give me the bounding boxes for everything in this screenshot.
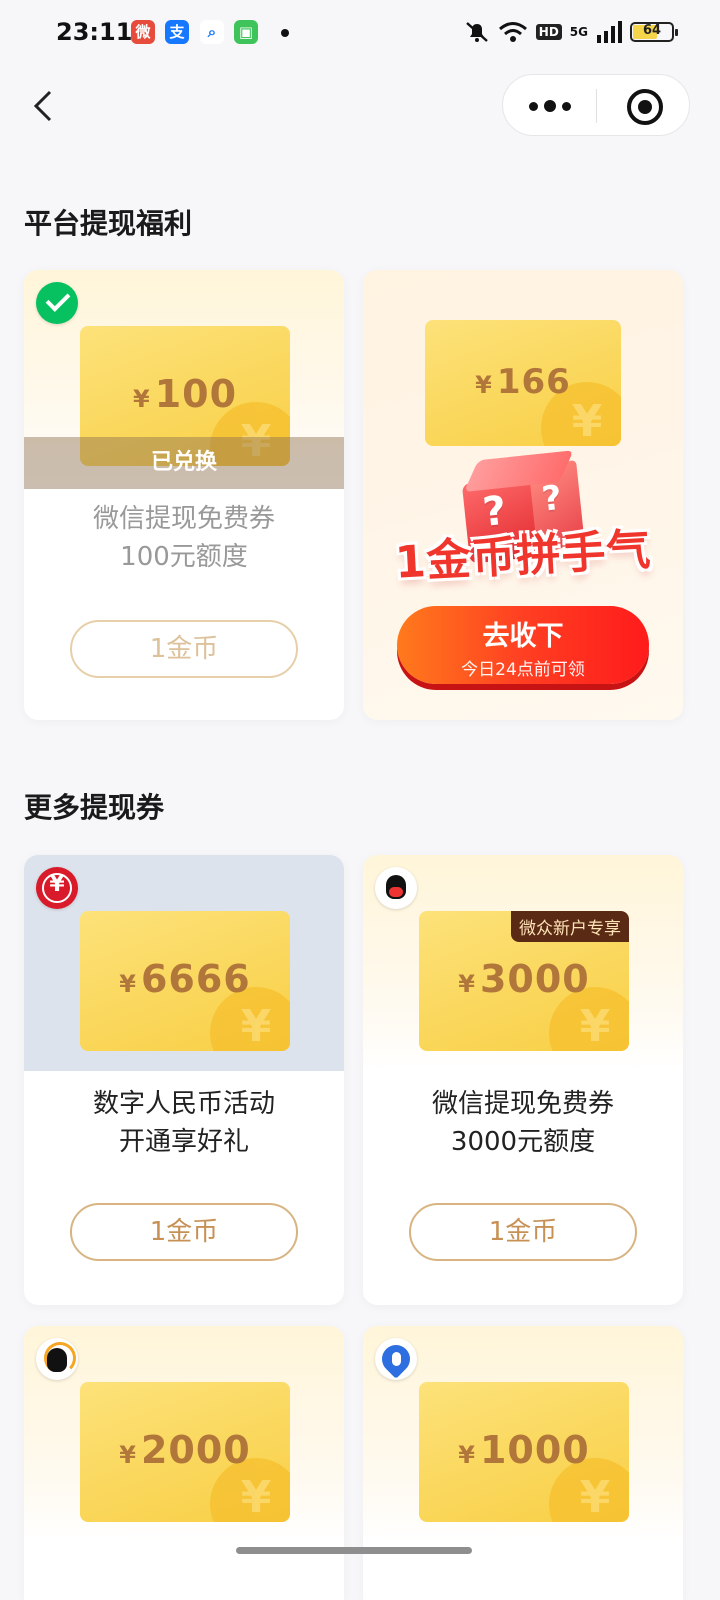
alipay-icon: 支 bbox=[165, 20, 189, 44]
voucher-amount: ¥2000 bbox=[119, 1428, 251, 1472]
more-button[interactable] bbox=[503, 75, 596, 137]
collect-deadline: 今日24点前可领 bbox=[461, 660, 585, 680]
status-time: 23:11 bbox=[56, 18, 133, 46]
redeem-button[interactable]: 1金币 bbox=[70, 620, 298, 678]
voucher-card-wechat-3000[interactable]: 微众新户专享 ¥3000 微信提现免费券 3000元额度 1金币 bbox=[363, 855, 683, 1305]
voucher-card-2000[interactable]: ¥2000 bbox=[24, 1326, 344, 1600]
voucher-amount: ¥6666 bbox=[119, 957, 251, 1001]
card-subtitle: 开通享好礼 bbox=[118, 1127, 249, 1157]
collect-button[interactable]: 去收下 今日24点前可领 bbox=[397, 606, 649, 684]
section-title-platform: 平台提现福利 bbox=[24, 207, 193, 240]
voucher-card-1000[interactable]: ¥1000 bbox=[363, 1326, 683, 1600]
battery-icon: 64 bbox=[630, 22, 678, 42]
voucher-amount: ¥100 bbox=[132, 372, 238, 416]
back-button[interactable] bbox=[24, 84, 68, 128]
lucky-draw-card[interactable]: ¥166 ? ? 1金币拼手气 去收下 今日24点前可领 bbox=[363, 270, 683, 720]
section-title-more: 更多提现券 bbox=[24, 791, 165, 824]
status-bar: 23:11 微 支 ⌕ ▣ HD 5G 64 bbox=[0, 0, 720, 64]
wifi-icon bbox=[498, 22, 527, 42]
voucher-image: ¥2000 bbox=[80, 1382, 290, 1522]
notification-dot bbox=[281, 29, 289, 37]
status-indicators: HD 5G 64 bbox=[464, 18, 678, 46]
battery-level: 64 bbox=[642, 23, 662, 38]
network-label: 5G bbox=[569, 25, 588, 39]
hd-badge: HD bbox=[535, 24, 562, 40]
exchanged-status: 已兑换 bbox=[24, 437, 344, 489]
promo-slogan: 1金币拼手气 bbox=[393, 524, 653, 589]
card-title: 数字人民币活动 bbox=[92, 1089, 275, 1119]
voucher-amount: ¥1000 bbox=[458, 1428, 590, 1472]
voucher-image: ¥1000 bbox=[419, 1382, 629, 1522]
voucher-amount: ¥3000 bbox=[458, 957, 590, 1001]
voucher-image: ¥166 bbox=[425, 320, 621, 446]
weibo-icon: 微 bbox=[131, 20, 155, 44]
card-title: 微信提现免费券 bbox=[431, 1089, 614, 1119]
new-user-badge: 微众新户专享 bbox=[511, 911, 629, 942]
chevron-left-icon bbox=[33, 90, 52, 122]
card-subtitle: 3000元额度 bbox=[450, 1127, 596, 1157]
voucher-image: ¥6666 bbox=[80, 911, 290, 1051]
mute-icon bbox=[465, 22, 488, 42]
android-app-icon: ▣ bbox=[234, 20, 258, 44]
home-indicator[interactable] bbox=[236, 1547, 472, 1554]
wechat-icon bbox=[36, 282, 78, 324]
redeem-button[interactable]: 1金币 bbox=[70, 1203, 298, 1261]
card-title: 微信提现免费券 bbox=[92, 504, 275, 534]
redeem-button[interactable]: 1金币 bbox=[409, 1203, 637, 1261]
mini-program-capsule bbox=[502, 74, 690, 136]
penguin-icon bbox=[375, 867, 417, 909]
voucher-amount: ¥166 bbox=[475, 362, 571, 402]
voucher-card-digital-rmb[interactable]: ¥6666 数字人民币活动 开通享好礼 1金币 bbox=[24, 855, 344, 1305]
voucher-card-wechat-100[interactable]: ¥100 已兑换 微信提现免费券 100元额度 1金币 bbox=[24, 270, 344, 720]
blue-drop-icon bbox=[375, 1338, 417, 1380]
digital-rmb-icon bbox=[36, 867, 78, 909]
collect-button-label: 去收下 bbox=[482, 621, 564, 652]
card-subtitle: 100元额度 bbox=[120, 542, 248, 572]
signal-icon bbox=[597, 21, 622, 43]
capsule-divider bbox=[596, 89, 597, 123]
close-mini-program-button[interactable] bbox=[627, 89, 663, 125]
voucher-image: 微众新户专享 ¥3000 bbox=[419, 911, 629, 1051]
more-icon bbox=[528, 101, 538, 111]
penguin-gold-icon bbox=[36, 1338, 78, 1380]
search-app-icon: ⌕ bbox=[200, 20, 224, 44]
